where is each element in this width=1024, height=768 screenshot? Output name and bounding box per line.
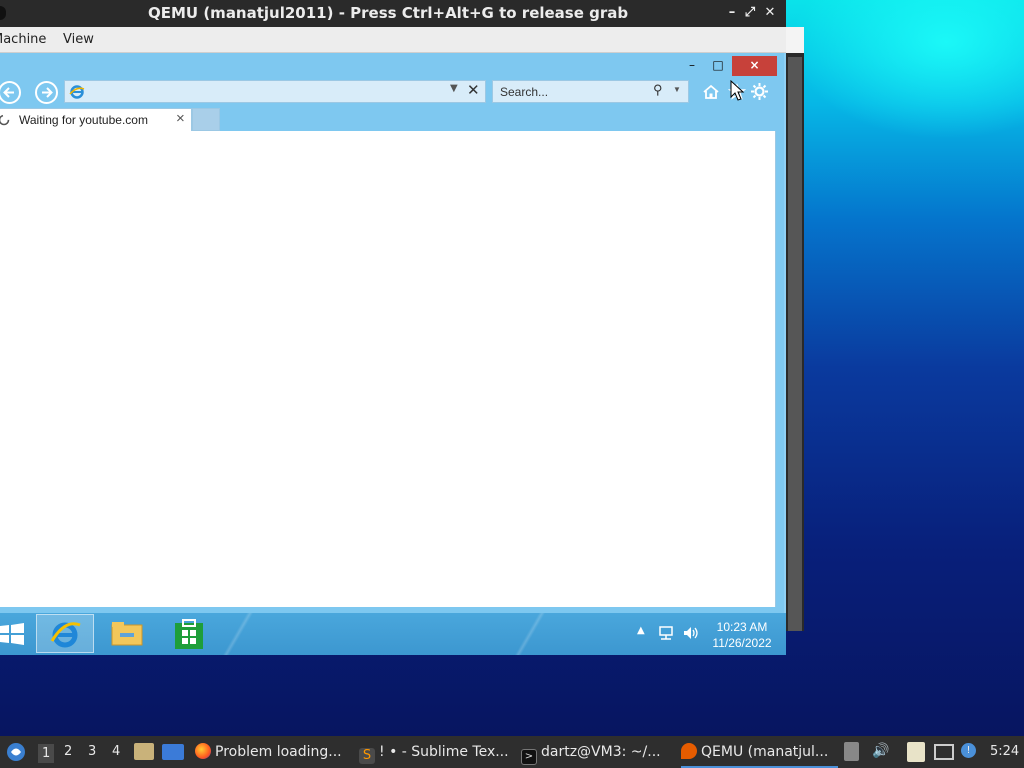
guest-date: 11/26/2022	[712, 636, 772, 650]
volume-icon[interactable]: 🔊	[872, 743, 889, 759]
tab-youtube[interactable]: Waiting for youtube.com ×	[0, 108, 192, 131]
workspace-1[interactable]: 1	[38, 744, 55, 763]
new-tab-button[interactable]	[192, 108, 220, 131]
network-icon[interactable]	[934, 744, 954, 760]
guest-clock[interactable]: 10:23 AM 11/26/2022	[706, 619, 778, 651]
guest-screen[interactable]: – □ × ▼ ✕ Search... ⚲ ▼ Waiting for yout…	[0, 53, 786, 655]
address-input[interactable]	[89, 83, 449, 100]
ie-window: – □ × ▼ ✕ Search... ⚲ ▼ Waiting for yout…	[0, 53, 786, 614]
host-clock[interactable]: 5:24	[990, 744, 1019, 759]
close-button[interactable]: ✕	[760, 0, 780, 27]
taskbar-internet-explorer[interactable]	[36, 614, 94, 653]
network-icon[interactable]	[657, 625, 675, 641]
search-dropdown-icon[interactable]: ▼	[673, 85, 681, 94]
volume-icon[interactable]	[682, 625, 700, 641]
qemu-menubar: Machine View	[0, 27, 786, 53]
terminal-icon: >	[521, 749, 537, 765]
maximize-button[interactable]: ⤢	[740, 0, 760, 27]
loading-spinner-icon	[0, 114, 10, 126]
task-label: Problem loading...	[215, 744, 342, 760]
ie-page-icon	[69, 85, 85, 99]
qemu-app-icon	[0, 6, 6, 20]
task-terminal[interactable]: > dartz@VM3: ~/...	[521, 736, 671, 768]
qemu-titlebar[interactable]: QEMU (manatjul2011) - Press Ctrl+Alt+G t…	[0, 0, 786, 27]
task-label: QEMU (manatjul...	[701, 744, 829, 760]
gear-icon[interactable]	[750, 82, 769, 101]
ie-maximize-button[interactable]: □	[708, 56, 728, 76]
qemu-title-text: QEMU (manatjul2011) - Press Ctrl+Alt+G t…	[148, 4, 629, 22]
page-content[interactable]	[0, 131, 776, 607]
minimize-button[interactable]: –	[722, 0, 742, 27]
tab-label: Waiting for youtube.com	[19, 113, 148, 127]
home-icon[interactable]	[702, 83, 720, 101]
scrollbar-thumb[interactable]	[788, 57, 802, 631]
mouse-cursor-icon	[730, 80, 745, 101]
scroll-up-icon[interactable]	[844, 742, 859, 761]
file-explorer-icon[interactable]	[110, 619, 144, 649]
qemu-icon	[681, 743, 697, 759]
close-tab-icon[interactable]: ×	[176, 110, 185, 127]
store-icon[interactable]	[173, 619, 205, 649]
sublime-icon: S	[359, 748, 375, 764]
task-label: dartz@VM3: ~/...	[541, 744, 661, 760]
file-manager-icon[interactable]	[134, 743, 154, 760]
desktop-icon[interactable]	[162, 744, 184, 760]
address-bar[interactable]: ▼ ✕	[64, 80, 486, 103]
ie-close-button[interactable]: ×	[732, 56, 777, 76]
menu-view[interactable]: View	[63, 32, 94, 47]
windows-start-icon[interactable]	[0, 623, 24, 645]
back-arrow-icon	[3, 87, 14, 98]
search-icon[interactable]: ⚲	[653, 82, 663, 98]
search-box[interactable]: Search... ⚲ ▼	[492, 80, 689, 103]
app-menu-icon[interactable]	[6, 742, 26, 762]
task-sublime[interactable]: S! • - Sublime Tex...	[359, 736, 509, 768]
workspace-4[interactable]: 4	[112, 744, 120, 759]
task-qemu[interactable]: QEMU (manatjul...	[681, 736, 838, 768]
guest-taskbar: ▲ 10:23 AM 11/26/2022	[0, 613, 786, 655]
task-label: ! • - Sublime Tex...	[379, 744, 509, 760]
qemu-scrollbar[interactable]	[786, 27, 804, 631]
address-stop-icon[interactable]: ✕	[467, 81, 480, 99]
workspace-3[interactable]: 3	[88, 744, 96, 759]
host-taskbar: 1 2 3 4 Problem loading... S! • - Sublim…	[0, 736, 1024, 768]
forward-arrow-icon	[42, 87, 53, 98]
qemu-window: QEMU (manatjul2011) - Press Ctrl+Alt+G t…	[0, 0, 786, 655]
task-firefox[interactable]: Problem loading...	[195, 736, 350, 768]
show-hidden-icons[interactable]: ▲	[637, 625, 645, 636]
back-button[interactable]	[0, 81, 21, 104]
ie-minimize-button[interactable]: –	[682, 56, 702, 76]
search-placeholder: Search...	[500, 85, 549, 99]
workspace-2[interactable]: 2	[64, 744, 72, 759]
firefox-icon	[195, 743, 211, 759]
forward-button[interactable]	[35, 81, 58, 104]
clipboard-icon[interactable]	[907, 742, 925, 762]
menu-machine[interactable]: Machine	[0, 32, 46, 47]
address-dropdown-icon[interactable]: ▼	[450, 83, 458, 94]
guest-time: 10:23 AM	[716, 620, 768, 634]
notification-icon[interactable]: !	[961, 743, 976, 758]
internet-explorer-icon	[50, 622, 81, 648]
